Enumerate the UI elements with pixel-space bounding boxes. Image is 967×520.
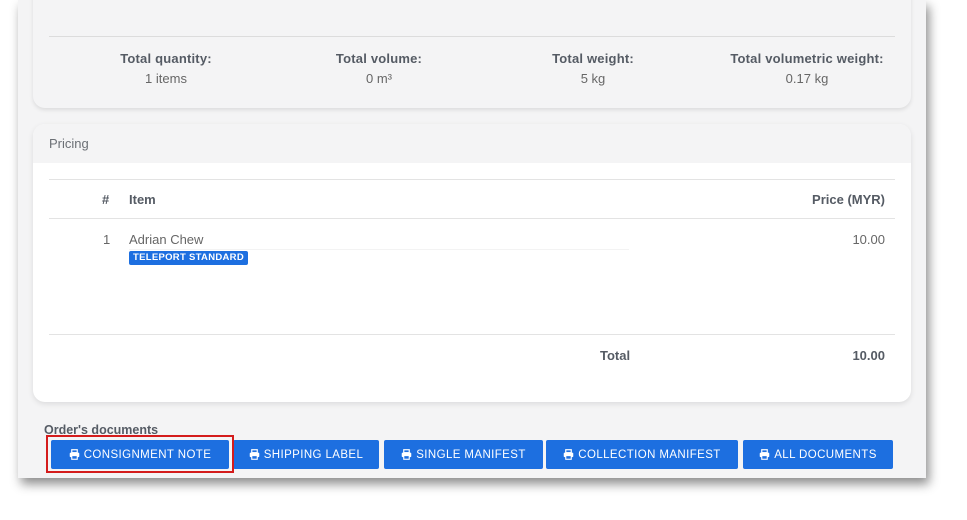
total-quantity-stat: Total quantity: 1 items <box>56 51 276 86</box>
highlight-box <box>46 435 234 473</box>
column-header-number: # <box>102 192 110 207</box>
total-value: 10.00 <box>852 348 885 363</box>
divider <box>49 334 895 335</box>
stat-label: Total quantity: <box>120 51 212 66</box>
stat-value: 0.17 kg <box>785 71 829 86</box>
package-summary-card: Total quantity: 1 items Total volume: 0 … <box>33 0 911 108</box>
button-label: ALL DOCUMENTS <box>774 448 877 461</box>
total-volumetric-weight-stat: Total volumetric weight: 0.17 kg <box>697 51 917 86</box>
stat-value: 0 m³ <box>366 71 392 86</box>
shipping-label-button[interactable]: SHIPPING LABEL <box>233 440 379 469</box>
divider <box>49 36 895 37</box>
button-label: SHIPPING LABEL <box>263 448 364 461</box>
pricing-title: Pricing <box>33 124 911 163</box>
all-documents-button[interactable]: ALL DOCUMENTS <box>743 440 893 469</box>
service-badge: TELEPORT STANDARD <box>129 251 249 265</box>
total-volume-stat: Total volume: 0 m³ <box>269 51 489 86</box>
collection-manifest-button[interactable]: COLLECTION MANIFEST <box>546 440 738 469</box>
printer-icon <box>401 449 412 460</box>
column-header-item: Item <box>129 192 156 207</box>
printer-icon <box>759 449 770 460</box>
pricing-card: Pricing # Item Price (MYR) 1 Adrian Chew… <box>33 124 911 402</box>
button-label: COLLECTION MANIFEST <box>578 448 721 461</box>
order-details-panel: Total quantity: 1 items Total volume: 0 … <box>18 0 926 478</box>
column-header-price: Price (MYR) <box>812 192 885 207</box>
divider <box>49 218 895 219</box>
stat-label: Total volumetric weight: <box>730 51 884 66</box>
button-label: SINGLE MANIFEST <box>416 448 526 461</box>
stat-value: 5 kg <box>580 71 606 86</box>
stat-value: 1 items <box>145 71 187 86</box>
total-weight-stat: Total weight: 5 kg <box>483 51 703 86</box>
total-label: Total <box>600 348 631 363</box>
single-manifest-button[interactable]: SINGLE MANIFEST <box>384 440 543 469</box>
printer-icon <box>249 449 260 460</box>
row-number: 1 <box>103 232 111 247</box>
stat-label: Total volume: <box>335 51 423 66</box>
divider <box>129 249 629 250</box>
row-price: 10.00 <box>852 232 885 247</box>
stat-label: Total weight: <box>552 51 634 66</box>
printer-icon <box>563 449 574 460</box>
divider <box>49 179 895 180</box>
row-item-name: Adrian Chew <box>129 232 204 247</box>
